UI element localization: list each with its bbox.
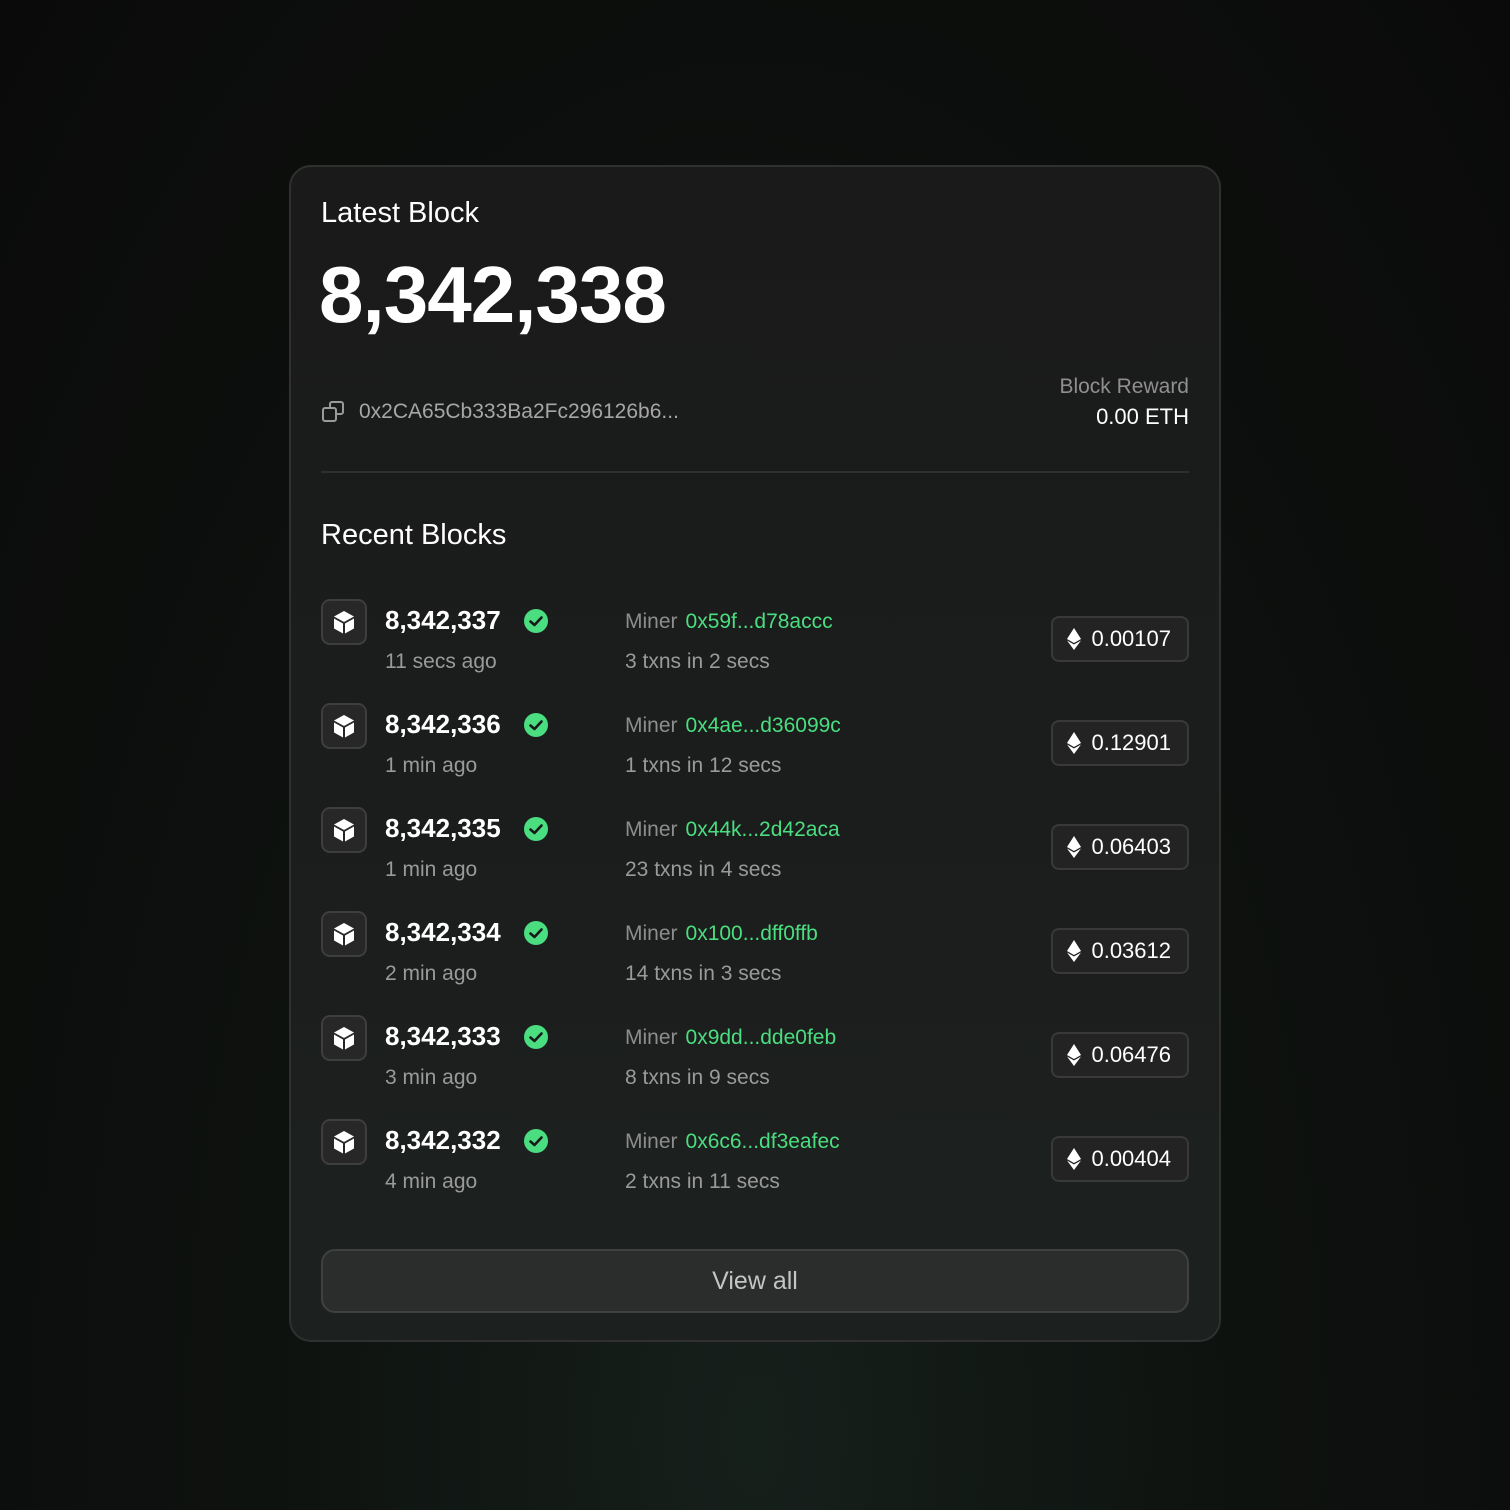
cube-icon bbox=[321, 1119, 367, 1165]
block-time: 11 secs ago bbox=[385, 650, 497, 673]
ethereum-icon bbox=[1067, 1148, 1082, 1170]
block-time: 2 min ago bbox=[385, 962, 478, 985]
block-number[interactable]: 8,342,336 bbox=[385, 709, 501, 739]
block-value-badge: 0.06476 bbox=[1051, 1032, 1189, 1078]
block-txns: 23 txns in 4 secs bbox=[625, 858, 782, 881]
block-time: 1 min ago bbox=[385, 754, 478, 777]
block-value: 0.03612 bbox=[1091, 938, 1171, 963]
miner-address[interactable]: 0x44k...2d42aca bbox=[686, 818, 840, 841]
miner-label: Miner bbox=[625, 610, 678, 633]
miner-label: Miner bbox=[625, 922, 678, 945]
block-reward-value: 0.00 ETH bbox=[1096, 404, 1189, 429]
miner-line: Miner 0x44k...2d42aca bbox=[625, 817, 840, 843]
block-value-badge: 0.06403 bbox=[1051, 824, 1189, 870]
block-row[interactable]: 8,342,334 2 min ago Miner 0x100...dff0ffb… bbox=[321, 911, 1189, 1015]
latest-block-title: Latest Block bbox=[321, 197, 479, 229]
miner-address[interactable]: 0x6c6...df3eafec bbox=[686, 1130, 840, 1153]
block-value-badge: 0.00107 bbox=[1051, 616, 1189, 662]
check-circle-icon bbox=[523, 920, 549, 946]
block-number[interactable]: 8,342,337 bbox=[385, 605, 501, 635]
block-value: 0.00107 bbox=[1091, 626, 1171, 651]
ethereum-icon bbox=[1067, 940, 1082, 962]
miner-address[interactable]: 0x4ae...d36099c bbox=[686, 714, 841, 737]
block-txns: 3 txns in 2 secs bbox=[625, 650, 770, 673]
block-time: 4 min ago bbox=[385, 1170, 478, 1193]
view-all-button[interactable]: View all bbox=[321, 1249, 1189, 1313]
block-txns: 2 txns in 11 secs bbox=[625, 1170, 780, 1193]
block-number[interactable]: 8,342,332 bbox=[385, 1125, 501, 1155]
block-row[interactable]: 8,342,336 1 min ago Miner 0x4ae...d36099c… bbox=[321, 703, 1189, 807]
block-reward: Block Reward 0.00 ETH bbox=[1059, 372, 1189, 432]
block-value: 0.00404 bbox=[1091, 1146, 1171, 1171]
cube-icon bbox=[321, 807, 367, 853]
check-circle-icon bbox=[523, 608, 549, 634]
miner-line: Miner 0x100...dff0ffb bbox=[625, 921, 818, 947]
cube-icon bbox=[321, 911, 367, 957]
latest-block-number: 8,342,338 bbox=[319, 250, 667, 339]
ethereum-icon bbox=[1067, 1044, 1082, 1066]
latest-block-card: Latest Block 8,342,338 0x2CA65Cb333Ba2Fc… bbox=[289, 165, 1221, 1342]
miner-label: Miner bbox=[625, 1130, 678, 1153]
block-reward-label: Block Reward bbox=[1059, 375, 1189, 398]
block-value: 0.12901 bbox=[1091, 730, 1171, 755]
ethereum-icon bbox=[1067, 732, 1082, 754]
block-value-badge: 0.03612 bbox=[1051, 928, 1189, 974]
recent-blocks-list: 8,342,337 11 secs ago Miner 0x59f...d78ac… bbox=[321, 599, 1189, 1223]
block-time: 3 min ago bbox=[385, 1066, 478, 1089]
block-time: 1 min ago bbox=[385, 858, 478, 881]
block-value-badge: 0.12901 bbox=[1051, 720, 1189, 766]
miner-address[interactable]: 0x59f...d78accc bbox=[686, 610, 833, 633]
miner-line: Miner 0x6c6...df3eafec bbox=[625, 1129, 840, 1155]
block-value-badge: 0.00404 bbox=[1051, 1136, 1189, 1182]
miner-line: Miner 0x9dd...dde0feb bbox=[625, 1025, 836, 1051]
block-hash[interactable]: 0x2CA65Cb333Ba2Fc296126b6... bbox=[359, 400, 679, 424]
block-txns: 14 txns in 3 secs bbox=[625, 962, 782, 985]
divider bbox=[321, 471, 1189, 473]
block-row[interactable]: 8,342,333 3 min ago Miner 0x9dd...dde0feb… bbox=[321, 1015, 1189, 1119]
block-value: 0.06476 bbox=[1091, 1042, 1171, 1067]
cube-icon bbox=[321, 1015, 367, 1061]
block-row[interactable]: 8,342,337 11 secs ago Miner 0x59f...d78ac… bbox=[321, 599, 1189, 703]
block-value: 0.06403 bbox=[1091, 834, 1171, 859]
miner-line: Miner 0x4ae...d36099c bbox=[625, 713, 841, 739]
block-number[interactable]: 8,342,333 bbox=[385, 1021, 501, 1051]
miner-line: Miner 0x59f...d78accc bbox=[625, 609, 833, 635]
block-number[interactable]: 8,342,335 bbox=[385, 813, 501, 843]
check-circle-icon bbox=[523, 1128, 549, 1154]
block-row[interactable]: 8,342,332 4 min ago Miner 0x6c6...df3eafe… bbox=[321, 1119, 1189, 1223]
cube-icon bbox=[321, 703, 367, 749]
miner-address[interactable]: 0x100...dff0ffb bbox=[686, 922, 818, 945]
check-circle-icon bbox=[523, 1024, 549, 1050]
miner-label: Miner bbox=[625, 714, 678, 737]
copy-icon[interactable] bbox=[321, 399, 347, 425]
check-circle-icon bbox=[523, 712, 549, 738]
block-txns: 8 txns in 9 secs bbox=[625, 1066, 770, 1089]
miner-label: Miner bbox=[625, 1026, 678, 1049]
cube-icon bbox=[321, 599, 367, 645]
block-txns: 1 txns in 12 secs bbox=[625, 754, 782, 777]
ethereum-icon bbox=[1067, 836, 1082, 858]
block-number[interactable]: 8,342,334 bbox=[385, 917, 501, 947]
recent-blocks-title: Recent Blocks bbox=[321, 519, 507, 551]
ethereum-icon bbox=[1067, 628, 1082, 650]
miner-address[interactable]: 0x9dd...dde0feb bbox=[686, 1026, 837, 1049]
check-circle-icon bbox=[523, 816, 549, 842]
block-row[interactable]: 8,342,335 1 min ago Miner 0x44k...2d42aca… bbox=[321, 807, 1189, 911]
miner-label: Miner bbox=[625, 818, 678, 841]
block-hash-row: 0x2CA65Cb333Ba2Fc296126b6... bbox=[321, 397, 679, 427]
